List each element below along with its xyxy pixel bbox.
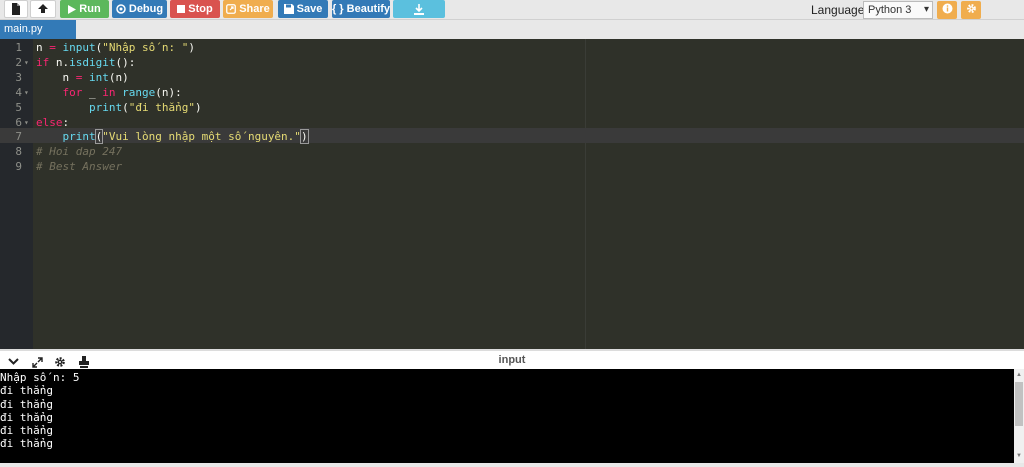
debug-icon — [116, 4, 126, 14]
console-line: đi thẳng — [0, 424, 53, 438]
save-label[interactable]: Save — [297, 3, 323, 15]
stop-icon — [177, 5, 186, 13]
code-text: n = int(n) — [36, 71, 129, 84]
line-number: 3 — [15, 71, 22, 84]
stop-button[interactable]: Stop — [170, 0, 220, 18]
gear-icon — [966, 1, 977, 19]
scroll-down-icon[interactable]: ▼ — [1016, 453, 1022, 459]
code-line[interactable]: 7 print("Vui lòng nhập một số nguyên.") — [0, 129, 1024, 144]
fold-toggle-icon[interactable]: ▾ — [24, 55, 29, 70]
tab-label: main.py — [4, 23, 43, 35]
line-number: 7 — [15, 130, 22, 143]
info-icon — [942, 1, 953, 19]
run-label: Run — [79, 3, 101, 15]
code-editor[interactable]: 1 n = input("Nhập số n: ") 2 ▾ if n.isdi… — [0, 39, 1024, 349]
code-line[interactable]: 2 ▾ if n.isdigit(): — [0, 55, 1024, 70]
toolbar: Run Debug Stop Share Save { } Beautify L… — [0, 0, 1024, 20]
code-line[interactable]: 8 # Hoi dap 247 — [0, 144, 1024, 159]
line-number: 2 — [15, 56, 22, 69]
console-line: đi thẳng — [0, 397, 53, 411]
share-button[interactable]: Share — [223, 0, 273, 18]
console-line: đi thẳng — [0, 384, 53, 398]
code-line[interactable]: 3 n = int(n) — [0, 70, 1024, 85]
console-line: đi thẳng — [0, 437, 53, 451]
tab-bar: main.py — [0, 20, 1024, 39]
scrollbar-thumb[interactable] — [1015, 382, 1023, 426]
info-button[interactable] — [937, 1, 957, 19]
play-icon — [68, 4, 77, 14]
language-label: Language — [811, 3, 865, 17]
code-line[interactable]: 6 ▾ else: — [0, 115, 1024, 130]
line-number: 5 — [15, 101, 22, 114]
download-button[interactable] — [393, 0, 445, 18]
tab-main-py[interactable]: main.py — [0, 20, 76, 39]
code-text: for _ in range(n): — [62, 86, 182, 99]
code-text: else: — [36, 116, 70, 129]
console-header: input — [0, 349, 1024, 369]
run-button[interactable]: Run — [60, 0, 109, 18]
download-icon — [414, 3, 424, 15]
chevron-down-icon: ▾ — [923, 4, 929, 15]
save-button[interactable]: Save — [278, 0, 328, 18]
fold-toggle-icon[interactable]: ▾ — [24, 115, 29, 130]
console-line: Nhập số n: 5 — [0, 371, 80, 384]
line-number: 6 — [15, 116, 22, 129]
code-text: if n.isdigit(): — [36, 56, 136, 69]
beautify-button[interactable]: { } Beautify — [332, 0, 390, 18]
upload-icon — [37, 3, 49, 15]
console-scrollbar[interactable]: ▲ ▼ — [1014, 369, 1024, 463]
code-line[interactable]: 9 # Best Answer — [0, 159, 1024, 174]
share-label: Share — [239, 3, 270, 15]
console-output[interactable]: Nhập số n: 5 đi thẳng đi thẳng đi thẳng đi t… — [0, 369, 1014, 463]
language-select[interactable]: Python 3 ▾ — [863, 1, 933, 19]
bottom-strip — [0, 463, 1024, 467]
share-icon — [226, 4, 237, 14]
line-number: 1 — [15, 41, 22, 54]
code-line[interactable]: 1 n = input("Nhập số n: ") — [0, 40, 1024, 55]
floppy-icon — [283, 4, 294, 14]
code-text: print("đi thẳng") — [88, 101, 202, 114]
scroll-up-icon[interactable]: ▲ — [1016, 372, 1022, 378]
code-comment: # Best Answer — [36, 160, 123, 173]
code-text: n = input("Nhập số n: ") — [36, 41, 195, 54]
file-icon — [11, 3, 21, 15]
code-line[interactable]: 5 print("đi thẳng") — [0, 100, 1024, 115]
code-comment: # Hoi dap 247 — [36, 145, 123, 158]
debug-label: Debug — [128, 3, 164, 15]
upload-button[interactable] — [30, 0, 56, 18]
language-value: Python 3 — [868, 4, 912, 16]
debug-button[interactable]: Debug — [112, 0, 167, 18]
code-line[interactable]: 4 ▾ for _ in range(n): — [0, 85, 1024, 100]
stop-label: Stop — [188, 3, 213, 15]
new-file-button[interactable] — [4, 0, 28, 18]
line-number: 4 — [15, 86, 22, 99]
console-title: input — [498, 354, 526, 366]
fold-toggle-icon[interactable]: ▾ — [24, 85, 29, 100]
line-number: 9 — [15, 160, 22, 173]
line-number: 8 — [15, 145, 22, 158]
code-text: print("Vui lòng nhập một số nguyên.") — [62, 129, 309, 144]
beautify-label: { } Beautify — [331, 3, 391, 15]
console-line: đi thẳng — [0, 410, 53, 424]
settings-button[interactable] — [961, 1, 981, 19]
